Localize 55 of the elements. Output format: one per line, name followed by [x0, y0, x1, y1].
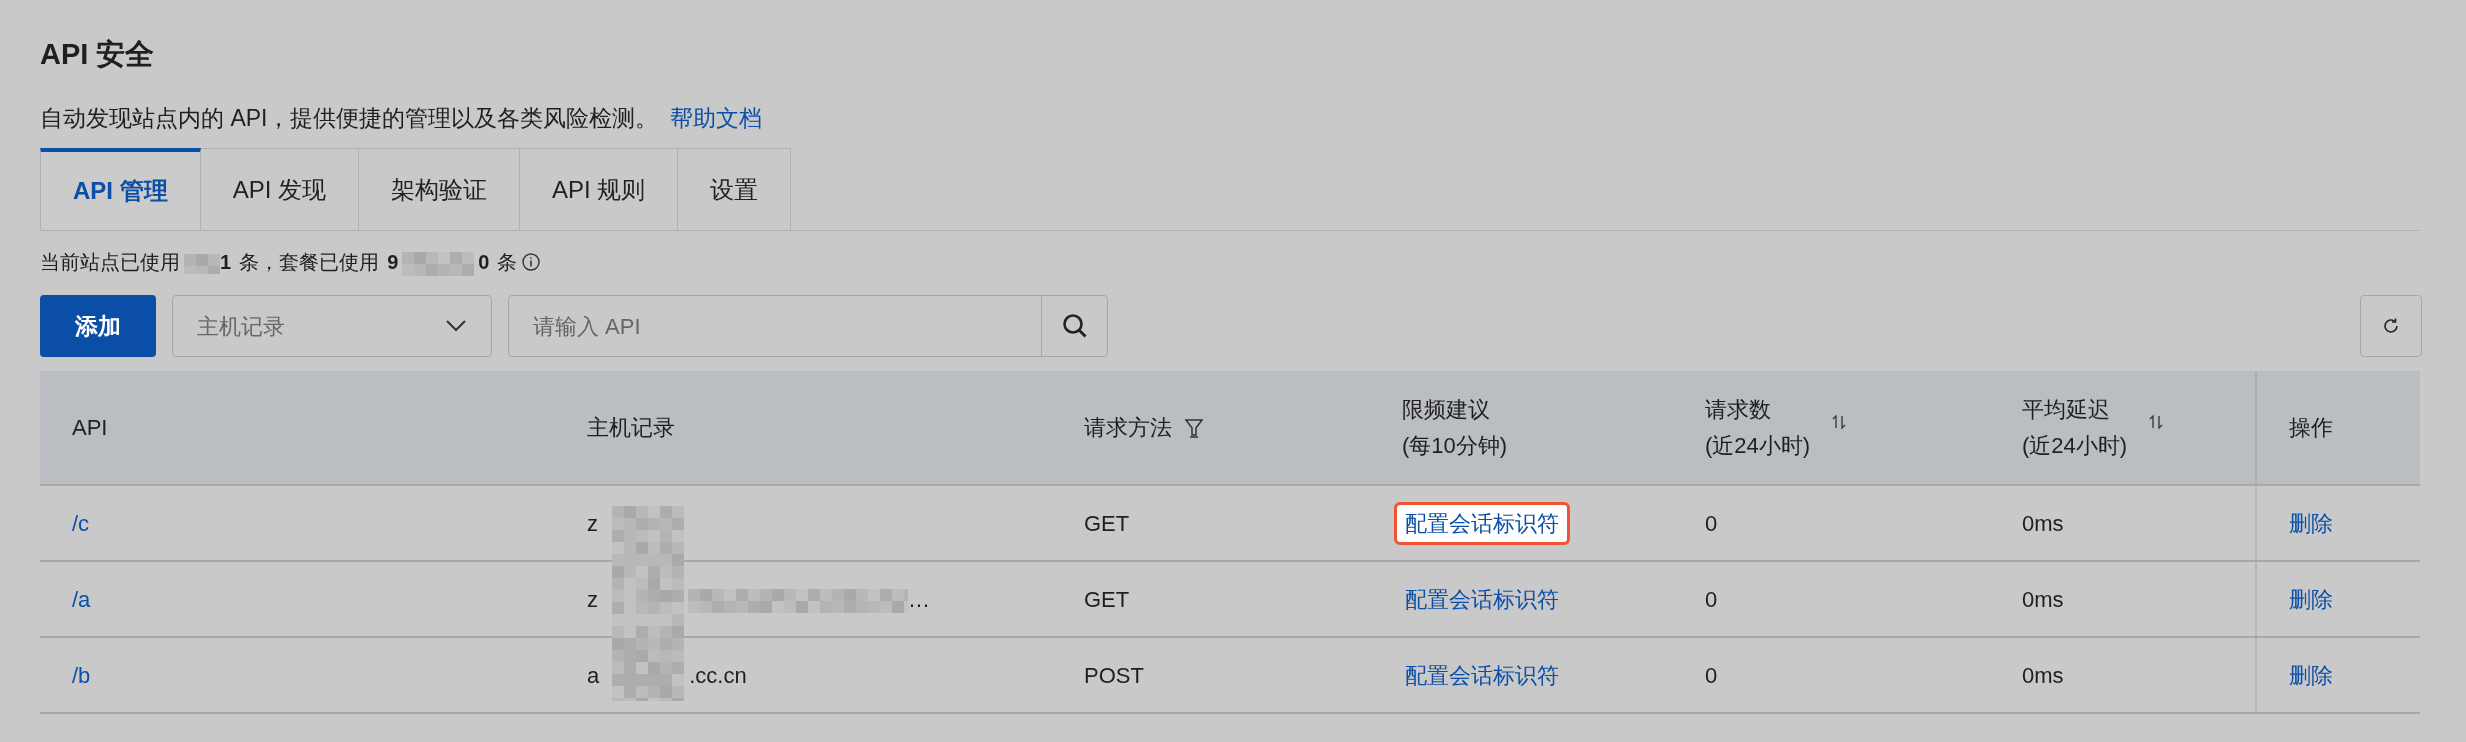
page-description: 自动发现站点内的 API，提供便捷的管理以及各类风险检测。 [40, 104, 659, 133]
table-cell-text: z [587, 585, 598, 614]
table-cell-text: 0ms [2022, 509, 2064, 538]
help-link[interactable]: 帮助文档 [670, 102, 763, 134]
search-icon [1060, 312, 1089, 340]
delete-link[interactable]: 删除 [2289, 506, 2333, 540]
table-cell-text: … [908, 585, 930, 614]
table-cell-text: 0ms [2022, 661, 2064, 690]
table-cell-text: 0 [1705, 661, 1718, 690]
delete-link[interactable]: 删除 [2289, 658, 2333, 692]
filter-icon[interactable] [1184, 416, 1204, 439]
table-cell-text: GET [1084, 585, 1130, 614]
tab[interactable]: API 管理 [40, 148, 201, 230]
table-cell-text: z [587, 509, 598, 538]
table-cell-text: a [587, 661, 600, 690]
usage-label: 当前站点已使用 [40, 250, 180, 275]
column-subheader: (近24小时) [1705, 431, 1811, 460]
usage-label: 条，套餐已使用 [239, 250, 380, 275]
rate-limit-link[interactable]: 配置会话标识符 [1394, 577, 1570, 621]
add-button[interactable]: 添加 [40, 295, 156, 357]
column-subheader: (每10分钟) [1402, 431, 1508, 460]
page-title: API 安全 [40, 37, 156, 72]
rate-limit-link[interactable]: 配置会话标识符 [1394, 653, 1570, 697]
api-path-link[interactable]: /b [72, 658, 91, 692]
column-header: 操作 [2289, 413, 2333, 442]
tab[interactable]: 设置 [678, 148, 792, 230]
table-cell-text: .cc.cn [689, 661, 747, 690]
api-path-link[interactable]: /a [72, 582, 91, 616]
chevron-down-icon [445, 319, 467, 333]
column-header: 请求数 [1705, 395, 1772, 424]
delete-link[interactable]: 删除 [2289, 582, 2333, 616]
info-icon[interactable] [521, 252, 542, 272]
column-header: 限频建议 [1402, 395, 1491, 424]
usage-count: 1 [220, 250, 232, 275]
redaction-mosaic [184, 253, 220, 274]
tab[interactable]: 架构验证 [359, 148, 521, 230]
rate-limit-link[interactable]: 配置会话标识符 [1394, 501, 1570, 545]
column-subheader: (近24小时) [2022, 431, 2128, 460]
tab[interactable]: API 规则 [520, 148, 679, 230]
column-header: 主机记录 [587, 413, 675, 442]
column-header: 请求方法 [1084, 413, 1172, 442]
column-header: 平均延迟 [2022, 395, 2111, 424]
table-cell-text: 0 [1705, 585, 1718, 614]
table-cell-text: GET [1084, 509, 1130, 538]
usage-count: 9 [387, 250, 399, 275]
table-cell-text: 0ms [2022, 585, 2064, 614]
usage-label: 条 [497, 250, 518, 275]
tab[interactable]: API 发现 [200, 148, 360, 230]
api-path-link[interactable]: /c [72, 506, 90, 540]
table-cell-text: POST [1084, 661, 1144, 690]
refresh-icon [2382, 317, 2400, 335]
column-header: API [72, 413, 108, 442]
host-select[interactable]: 主机记录 [172, 295, 492, 357]
table-cell-text: 0 [1705, 509, 1718, 538]
usage-count: 0 [478, 250, 490, 275]
